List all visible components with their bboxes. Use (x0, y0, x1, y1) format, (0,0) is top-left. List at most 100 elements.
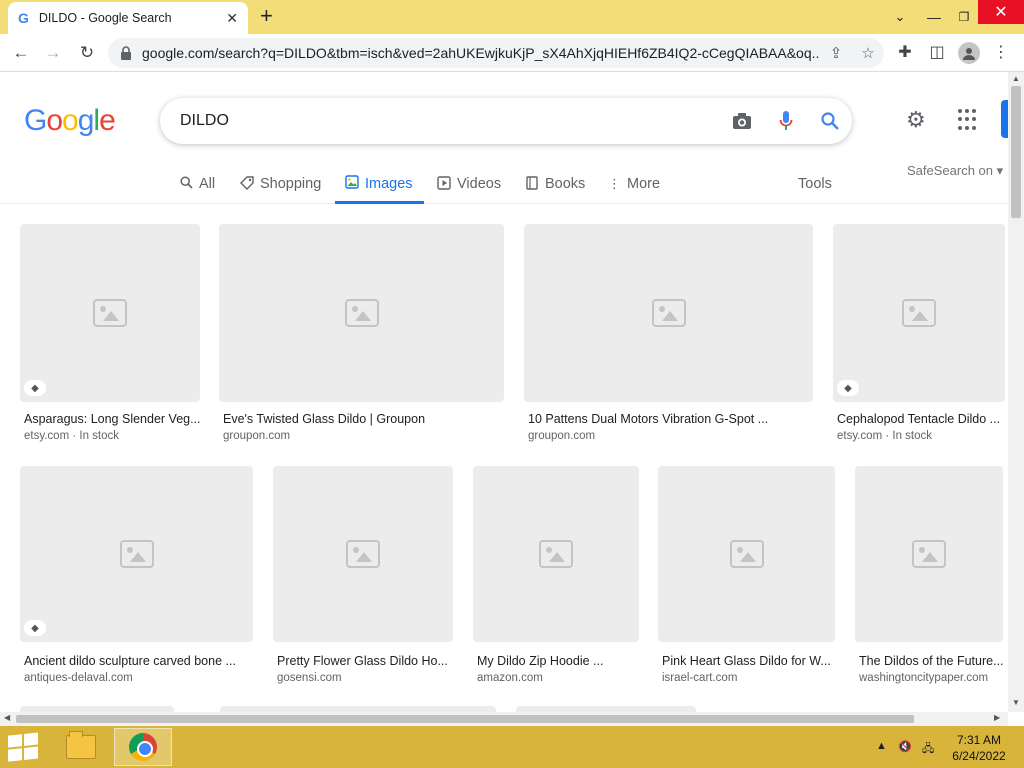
volume-muted-icon[interactable]: 🔇 (898, 740, 912, 753)
vertical-scrollbar[interactable]: ▲ ▼ (1008, 72, 1024, 712)
image-icon (345, 175, 359, 192)
result-thumbnail[interactable] (473, 466, 639, 642)
search-icon (180, 176, 193, 192)
profile-avatar-icon[interactable] (958, 42, 980, 64)
file-explorer-taskbar-button[interactable] (52, 728, 110, 766)
tab-more-label: More (627, 176, 661, 192)
scroll-down-arrow-icon[interactable]: ▼ (1012, 698, 1020, 707)
sign-in-button[interactable] (1001, 100, 1008, 138)
back-arrow-icon[interactable]: ← (10, 42, 32, 64)
image-result[interactable]: 10 Pattens Dual Motors Vibration G-Spot … (524, 224, 813, 454)
google-favicon-icon: G (18, 10, 29, 26)
search-icon[interactable] (808, 111, 852, 131)
safesearch-toggle[interactable]: SafeSearch on ▾ (907, 163, 1003, 179)
show-hidden-icons-icon[interactable]: ▲ (876, 740, 887, 752)
result-thumbnail[interactable] (273, 466, 453, 642)
tools-button[interactable]: Tools (798, 176, 832, 192)
image-result[interactable]: Eve's Twisted Glass Dildo | Groupon grou… (219, 224, 504, 454)
chrome-taskbar-button[interactable] (114, 728, 172, 766)
close-window-icon[interactable]: ✕ (978, 0, 1024, 24)
logo-letter: G (24, 104, 47, 137)
image-result[interactable]: ◆ Asparagus: Long Slender Veg... etsy.co… (20, 224, 200, 454)
horizontal-scroll-thumb[interactable] (16, 715, 914, 723)
result-thumbnail[interactable] (855, 466, 1003, 642)
result-source[interactable]: groupon.com (223, 430, 503, 442)
forward-arrow-icon[interactable]: → (42, 42, 64, 64)
result-title[interactable]: 10 Pattens Dual Motors Vibration G-Spot … (528, 412, 812, 426)
tab-search-chevron-icon[interactable]: ⌄ (886, 0, 914, 34)
network-icon[interactable]: 🖧 (922, 740, 934, 759)
image-result[interactable]: The Dildos of the Future... washingtonci… (855, 466, 1003, 696)
result-thumbnail[interactable]: ◆ (20, 466, 253, 642)
result-source[interactable]: etsy.com · In stock (24, 430, 200, 442)
result-source[interactable]: etsy.com · In stock (837, 430, 1003, 442)
tab-images-label: Images (365, 175, 413, 192)
side-panel-icon[interactable]: ◫ (926, 42, 948, 62)
tab-shopping[interactable]: Shopping (240, 166, 321, 202)
result-title[interactable]: Pink Heart Glass Dildo for W... (662, 654, 834, 668)
result-source[interactable]: washingtoncitypaper.com (859, 672, 1003, 684)
clock-date: 6/24/2022 (952, 749, 1006, 763)
search-box[interactable]: DILDO (160, 98, 852, 144)
browser-tab[interactable]: G DILDO - Google Search ✕ (8, 2, 248, 34)
tab-videos[interactable]: Videos (437, 166, 501, 202)
result-thumbnail[interactable] (658, 466, 835, 642)
share-icon[interactable]: ⇪ (820, 44, 852, 62)
image-result[interactable]: ◆ Cephalopod Tentacle Dildo ... etsy.com… (833, 224, 1005, 454)
result-source[interactable]: groupon.com (528, 430, 812, 442)
microphone-icon[interactable] (764, 110, 808, 132)
tab-all[interactable]: All (180, 166, 215, 202)
browser-titlebar: G DILDO - Google Search ✕ + ⌄ — ❐ ✕ (0, 0, 1024, 34)
tab-shopping-label: Shopping (260, 176, 322, 192)
horizontal-scrollbar[interactable]: ◀ ▶ (0, 712, 1008, 726)
windows-start-icon[interactable] (8, 732, 40, 762)
image-result[interactable]: Pretty Flower Glass Dildo Ho... gosensi.… (273, 466, 453, 696)
image-result[interactable]: My Dildo Zip Hoodie ... amazon.com (473, 466, 639, 696)
clock-time: 7:31 AM (956, 733, 1002, 747)
bookmark-star-icon[interactable]: ☆ (852, 44, 884, 62)
google-logo[interactable]: Google (24, 104, 116, 138)
result-title[interactable]: My Dildo Zip Hoodie ... (477, 654, 639, 668)
tab-images[interactable]: Images (335, 166, 424, 204)
result-thumbnail[interactable]: ◆ (20, 224, 200, 402)
shopping-tag-icon: ◆ (24, 620, 46, 636)
search-type-tabs: All Shopping Images Videos Books ⋮ More … (0, 166, 1008, 204)
maximize-icon[interactable]: ❐ (950, 0, 978, 34)
result-thumbnail[interactable] (524, 224, 813, 402)
result-title[interactable]: Cephalopod Tentacle Dildo ... (837, 412, 1003, 426)
extensions-puzzle-icon[interactable]: ✚ (894, 42, 916, 62)
result-title[interactable]: Asparagus: Long Slender Veg... (24, 412, 200, 426)
browser-menu-icon[interactable]: ⋮ (990, 42, 1012, 62)
result-title[interactable]: The Dildos of the Future... (859, 654, 1003, 668)
taskbar-clock[interactable]: 7:31 AM 6/24/2022 (950, 732, 1008, 764)
scroll-up-arrow-icon[interactable]: ▲ (1012, 74, 1020, 83)
google-apps-grid-icon[interactable] (958, 109, 980, 131)
result-source[interactable]: israel-cart.com (662, 672, 834, 684)
search-query-input[interactable]: DILDO (180, 112, 720, 130)
vertical-scroll-thumb[interactable] (1011, 86, 1021, 218)
camera-lens-icon[interactable] (720, 112, 764, 130)
scroll-right-arrow-icon[interactable]: ▶ (994, 713, 1000, 722)
address-bar[interactable]: google.com/search?q=DILDO&tbm=isch&ved=2… (108, 38, 884, 68)
tab-close-icon[interactable]: ✕ (226, 10, 238, 27)
result-source[interactable]: gosensi.com (277, 672, 453, 684)
browser-toolbar: ← → ↻ google.com/search?q=DILDO&tbm=isch… (0, 34, 1024, 72)
result-source[interactable]: antiques-delaval.com (24, 672, 252, 684)
logo-letter: o (46, 104, 63, 137)
image-result[interactable]: Pink Heart Glass Dildo for W... israel-c… (658, 466, 835, 696)
scroll-left-arrow-icon[interactable]: ◀ (4, 713, 10, 722)
result-title[interactable]: Pretty Flower Glass Dildo Ho... (277, 654, 453, 668)
result-title[interactable]: Ancient dildo sculpture carved bone ... (24, 654, 252, 668)
result-title[interactable]: Eve's Twisted Glass Dildo | Groupon (223, 412, 503, 426)
result-thumbnail[interactable] (219, 224, 504, 402)
image-result[interactable]: ◆ Ancient dildo sculpture carved bone ..… (20, 466, 253, 696)
logo-letter: e (99, 104, 116, 137)
new-tab-icon[interactable]: + (260, 5, 273, 27)
result-source[interactable]: amazon.com (477, 672, 639, 684)
tab-more[interactable]: ⋮ More (608, 166, 660, 202)
tab-books[interactable]: Books (525, 166, 585, 202)
result-thumbnail[interactable]: ◆ (833, 224, 1005, 402)
minimize-icon[interactable]: — (920, 0, 948, 34)
reload-icon[interactable]: ↻ (76, 42, 98, 64)
settings-gear-icon[interactable]: ⚙ (906, 107, 926, 133)
